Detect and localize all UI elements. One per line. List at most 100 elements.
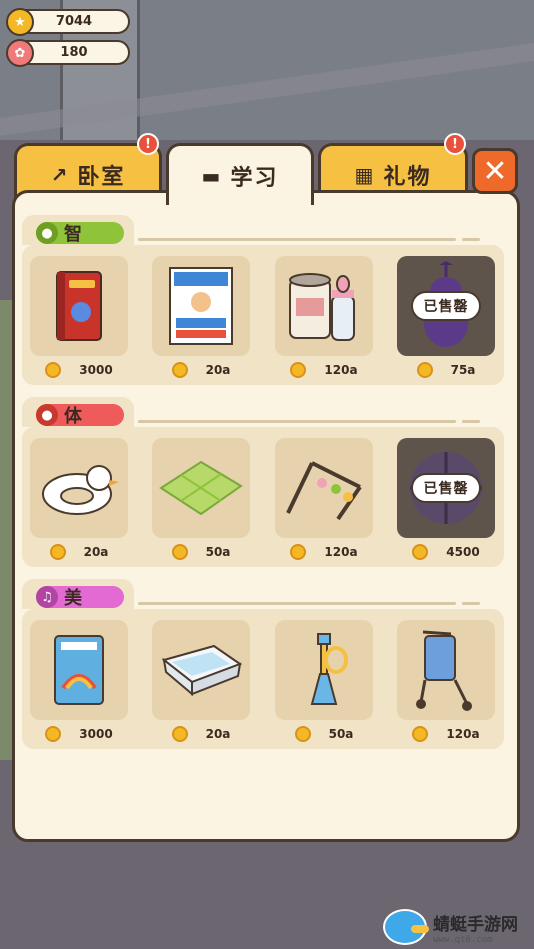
notification-badge: !: [444, 133, 466, 155]
price-value: 75a: [450, 363, 476, 377]
price-value: 3000: [79, 363, 113, 377]
shop-item-early-education-poster[interactable]: 20a: [152, 256, 250, 378]
tab-label: 礼物: [383, 164, 432, 190]
item-price: 120a: [275, 544, 373, 560]
dragonfly-logo-icon: [383, 909, 429, 945]
price-value: 20a: [205, 363, 231, 377]
stroller-icon: [416, 630, 472, 711]
item-price: 120a: [275, 362, 373, 378]
price-value: 20a: [83, 545, 109, 559]
story-book-icon: [56, 271, 102, 341]
shop-item-story-book[interactable]: 3000: [30, 256, 128, 378]
price-value: 20a: [205, 727, 231, 741]
coin-icon: [294, 726, 311, 742]
coin-icon: [290, 544, 307, 560]
milk-bottle-icon: [289, 273, 355, 341]
flower-counter: ✿ 180: [6, 39, 130, 67]
item-card[interactable]: [397, 620, 495, 720]
shop-item-basketball[interactable]: 已售罄 4500: [397, 438, 495, 560]
item-card[interactable]: 已售罄: [397, 256, 495, 356]
play-mat-icon: [159, 460, 243, 516]
price-value: 4500: [446, 545, 480, 559]
music-note-icon: ♫: [36, 586, 58, 608]
coin-icon: [290, 362, 307, 378]
item-price: 3000: [30, 362, 128, 378]
play-gym-icon: [286, 461, 362, 521]
coin-icon: [171, 362, 188, 378]
lightbulb-icon: ●: [36, 222, 58, 244]
coin-icon: [171, 544, 188, 560]
section-title-intellect: ● 智: [36, 222, 124, 245]
swim-ring-icon: [42, 465, 119, 515]
tab-label: 学习: [230, 165, 279, 191]
divider: [462, 238, 480, 241]
divider: [138, 420, 456, 423]
watermark-url: www.qt6.com: [433, 934, 493, 945]
shop-item-picture-book[interactable]: 3000: [30, 620, 128, 742]
notification-badge: !: [137, 133, 159, 155]
coin-icon: [412, 544, 429, 560]
item-card[interactable]: [275, 256, 373, 356]
coin-icon: [45, 726, 62, 742]
coin-counter: ★ 7044: [6, 8, 130, 36]
divider: [462, 602, 480, 605]
shop-item-toy-trumpet[interactable]: 50a: [275, 620, 373, 742]
price-value: 120a: [446, 727, 480, 741]
item-price: 4500: [397, 544, 495, 560]
item-card[interactable]: [152, 438, 250, 538]
coin-icon: [412, 726, 429, 742]
section-title-text: 体: [64, 406, 82, 427]
hammer-icon: ↗: [50, 162, 70, 187]
item-price: 3000: [30, 726, 128, 742]
section-title-beauty: ♫ 美: [36, 586, 124, 609]
section-title-text: 智: [64, 224, 82, 245]
trumpet-icon: [310, 633, 348, 705]
divider: [462, 420, 480, 423]
coin-value: 7044: [55, 14, 93, 29]
divider: [138, 238, 456, 241]
item-price: 20a: [152, 726, 250, 742]
flower-value: 180: [60, 45, 88, 60]
item-price: 20a: [152, 362, 250, 378]
item-card[interactable]: [30, 620, 128, 720]
shop-item-duck-swim-ring[interactable]: 20a: [30, 438, 128, 560]
coin-icon: [45, 362, 62, 378]
item-card[interactable]: [152, 620, 250, 720]
coin-icon: [171, 726, 188, 742]
shop-item-teletubby-toy[interactable]: 已售罄 75a: [397, 256, 495, 378]
item-card[interactable]: [275, 620, 373, 720]
item-card[interactable]: [275, 438, 373, 538]
bathtub-icon: [161, 644, 243, 697]
shop-item-stroller[interactable]: 120a: [397, 620, 495, 742]
item-card[interactable]: [152, 256, 250, 356]
item-price: 50a: [152, 544, 250, 560]
coin-icon: [416, 362, 433, 378]
price-value: 3000: [79, 727, 113, 741]
price-value: 50a: [205, 545, 231, 559]
item-card[interactable]: [30, 438, 128, 538]
shop-item-baby-play-gym[interactable]: 120a: [275, 438, 373, 560]
divider: [138, 602, 456, 605]
price-value: 120a: [324, 363, 358, 377]
picture-book-icon: [54, 635, 104, 705]
item-card[interactable]: 已售罄: [397, 438, 495, 538]
gift-icon: ▦: [354, 162, 376, 187]
item-price: 120a: [397, 726, 495, 742]
price-value: 120a: [324, 545, 358, 559]
sold-out-tag: 已售罄: [411, 291, 481, 321]
item-price: 75a: [397, 362, 495, 378]
shop-item-baby-bathtub[interactable]: 20a: [152, 620, 250, 742]
item-card[interactable]: [30, 256, 128, 356]
price-value: 50a: [328, 727, 354, 741]
item-price: 20a: [30, 544, 128, 560]
close-button[interactable]: ✕: [472, 148, 518, 194]
tab-study[interactable]: ▬ 学习: [166, 143, 314, 205]
shop-item-play-mat[interactable]: 50a: [152, 438, 250, 560]
section-title-text: 美: [64, 588, 82, 609]
graduation-cap-icon: ▬: [201, 163, 223, 188]
tab-label: 卧室: [77, 164, 126, 190]
basketball-icon: ●: [36, 404, 58, 426]
shop-item-milk-powder-bottle[interactable]: 120a: [275, 256, 373, 378]
watermark-title: 蜻蜓手游网: [433, 914, 518, 935]
sold-out-tag: 已售罄: [411, 473, 481, 503]
